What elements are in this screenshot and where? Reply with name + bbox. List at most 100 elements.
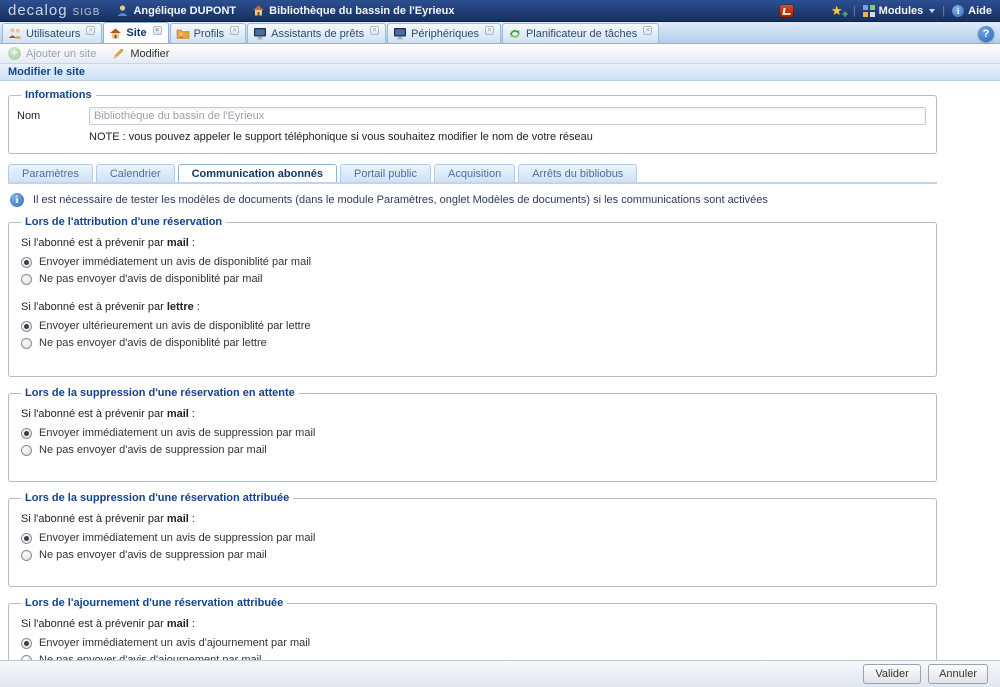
users-icon [8, 27, 22, 40]
action-toolbar: + Ajouter un site Modifier [0, 44, 1000, 64]
tab-acquisition[interactable]: Acquisition [434, 164, 515, 182]
section-padding [17, 354, 928, 368]
site-name-input[interactable] [89, 107, 926, 125]
radio-button-checked[interactable] [21, 638, 32, 649]
star-glyph: ★ [831, 3, 843, 18]
tab-profils[interactable]: Profils × [170, 23, 247, 43]
help-menu-button[interactable]: i Aide [952, 5, 992, 17]
tab-portail-public[interactable]: Portail public [340, 164, 431, 182]
prompt-channel: mail [167, 408, 189, 420]
notify-prompt: Si l'abonné est à prévenir par lettre : [21, 301, 928, 313]
help-circle-button[interactable]: ? [978, 26, 994, 42]
tab-close-icon[interactable]: × [86, 26, 95, 35]
section-legend: Lors de la suppression d'une réservation… [21, 387, 299, 399]
home-icon [109, 27, 122, 40]
sigb-label: SIGB [73, 7, 101, 18]
modules-menu-button[interactable]: Modules [863, 5, 936, 17]
tab-close-icon[interactable]: × [370, 26, 379, 35]
current-library[interactable]: Bibliothèque du bassin de l'Eyrieux [252, 4, 454, 17]
radio-button-checked[interactable] [21, 321, 32, 332]
prompt-channel: mail [167, 618, 189, 630]
informations-fieldset: Informations Nom NOTE : vous pouvez appe… [8, 89, 937, 154]
monitor-icon [393, 27, 407, 40]
scheduler-icon [508, 27, 522, 40]
radio-option[interactable]: Envoyer immédiatement un avis d'ajournem… [21, 637, 928, 649]
tab-peripheriques[interactable]: Périphériques × [387, 23, 501, 43]
radio-option[interactable]: Envoyer immédiatement un avis de suppres… [21, 532, 928, 544]
info-icon: i [952, 5, 964, 17]
tab-calendrier[interactable]: Calendrier [96, 164, 175, 182]
validate-button[interactable]: Valider [863, 664, 921, 684]
radio-label: Envoyer immédiatement un avis de disponi… [39, 256, 311, 268]
tab-assistants-de-prets[interactable]: Assistants de prêts × [247, 23, 386, 43]
tab-site[interactable]: Site × [103, 22, 168, 43]
notify-prompt: Si l'abonné est à prévenir par mail : [21, 408, 928, 420]
radio-button[interactable] [21, 445, 32, 456]
radio-button-checked[interactable] [21, 533, 32, 544]
radio-label: Ne pas envoyer d'avis de disponiblité pa… [39, 337, 267, 349]
section-padding [17, 566, 928, 578]
tab-close-icon[interactable]: × [485, 26, 494, 35]
radio-label: Envoyer ultérieurement un avis de dispon… [39, 320, 310, 332]
radio-option[interactable]: Ne pas envoyer d'avis de suppression par… [21, 444, 928, 456]
tab-close-icon[interactable]: × [643, 26, 652, 35]
radio-option[interactable]: Ne pas envoyer d'avis de suppression par… [21, 549, 928, 561]
prompt-prefix: Si l'abonné est à prévenir par [21, 513, 167, 525]
favorites-add-icon[interactable]: ★ + [831, 4, 846, 18]
library-name: Bibliothèque du bassin de l'Eyrieux [269, 5, 454, 17]
radio-button-checked[interactable] [21, 257, 32, 268]
notify-prompt: Si l'abonné est à prévenir par mail : [21, 237, 928, 249]
tab-utilisateurs[interactable]: Utilisateurs × [2, 23, 102, 43]
modules-label: Modules [879, 5, 924, 17]
radio-button[interactable] [21, 338, 32, 349]
prompt-channel: lettre [167, 301, 194, 313]
modules-grid-icon [863, 5, 875, 17]
notify-prompt: Si l'abonné est à prévenir par mail : [21, 513, 928, 525]
radio-label: Envoyer immédiatement un avis de suppres… [39, 532, 315, 544]
module-tab-bar: Utilisateurs × Site × Profils × Assistan… [0, 22, 1000, 44]
prompt-suffix: : [194, 301, 200, 313]
name-note: NOTE : vous pouvez appeler le support té… [89, 131, 928, 143]
tab-planificateur-de-taches[interactable]: Planificateur de tâches × [502, 23, 659, 43]
radio-option[interactable]: Envoyer immédiatement un avis de disponi… [21, 256, 928, 268]
section-legend: Lors de l'ajournement d'une réservation … [21, 597, 287, 609]
info-banner-text: Il est nécessaire de tester les modèles … [33, 194, 768, 206]
radio-label: Ne pas envoyer d'avis de disponiblité pa… [39, 273, 262, 285]
radio-option[interactable]: Envoyer ultérieurement un avis de dispon… [21, 320, 928, 332]
tab-close-icon[interactable]: × [153, 26, 162, 35]
notification-icon[interactable] [780, 5, 793, 17]
radio-option[interactable]: Ne pas envoyer d'avis de disponiblité pa… [21, 273, 928, 285]
tab-communication-abonnes[interactable]: Communication abonnés [178, 164, 337, 182]
user-name: Angélique DUPONT [133, 5, 236, 17]
page-title: Modifier le site [0, 64, 1000, 81]
tab-label: Utilisateurs [26, 28, 80, 40]
prompt-prefix: Si l'abonné est à prévenir par [21, 618, 167, 630]
prompt-prefix: Si l'abonné est à prévenir par [21, 408, 167, 420]
pencil-icon [112, 47, 125, 60]
edit-button[interactable]: Modifier [112, 47, 169, 60]
cancel-button[interactable]: Annuler [928, 664, 988, 684]
prompt-suffix: : [189, 618, 195, 630]
tab-label: Assistants de prêts [271, 28, 364, 40]
section-legend: Lors de la suppression d'une réservation… [21, 492, 293, 504]
radio-button[interactable] [21, 274, 32, 285]
tab-parametres[interactable]: Paramètres [8, 164, 93, 182]
tab-close-icon[interactable]: × [230, 26, 239, 35]
section-suppression-attribuee: Lors de la suppression d'une réservation… [8, 492, 937, 587]
radio-option[interactable]: Envoyer immédiatement un avis de suppres… [21, 427, 928, 439]
info-banner: i Il est nécessaire de tester les modèle… [10, 193, 937, 207]
chevron-down-icon [929, 9, 935, 13]
radio-button[interactable] [21, 550, 32, 561]
app-window: decalog SIGB Angélique DUPONT Bibliothèq… [0, 0, 1000, 687]
radio-label: Envoyer immédiatement un avis de suppres… [39, 427, 315, 439]
radio-option[interactable]: Ne pas envoyer d'avis de disponiblité pa… [21, 337, 928, 349]
topbar-right-group: ★ + | Modules | i Aide [780, 4, 992, 18]
tab-arrets-du-bibliobus[interactable]: Arrêts du bibliobus [518, 164, 637, 182]
tab-label: Site [126, 27, 146, 39]
radio-button-checked[interactable] [21, 428, 32, 439]
name-row: Nom [17, 107, 928, 125]
radio-label: Envoyer immédiatement un avis d'ajournem… [39, 637, 310, 649]
add-site-button[interactable]: + Ajouter un site [8, 47, 96, 60]
current-user[interactable]: Angélique DUPONT [116, 4, 236, 17]
notify-prompt: Si l'abonné est à prévenir par mail : [21, 618, 928, 630]
